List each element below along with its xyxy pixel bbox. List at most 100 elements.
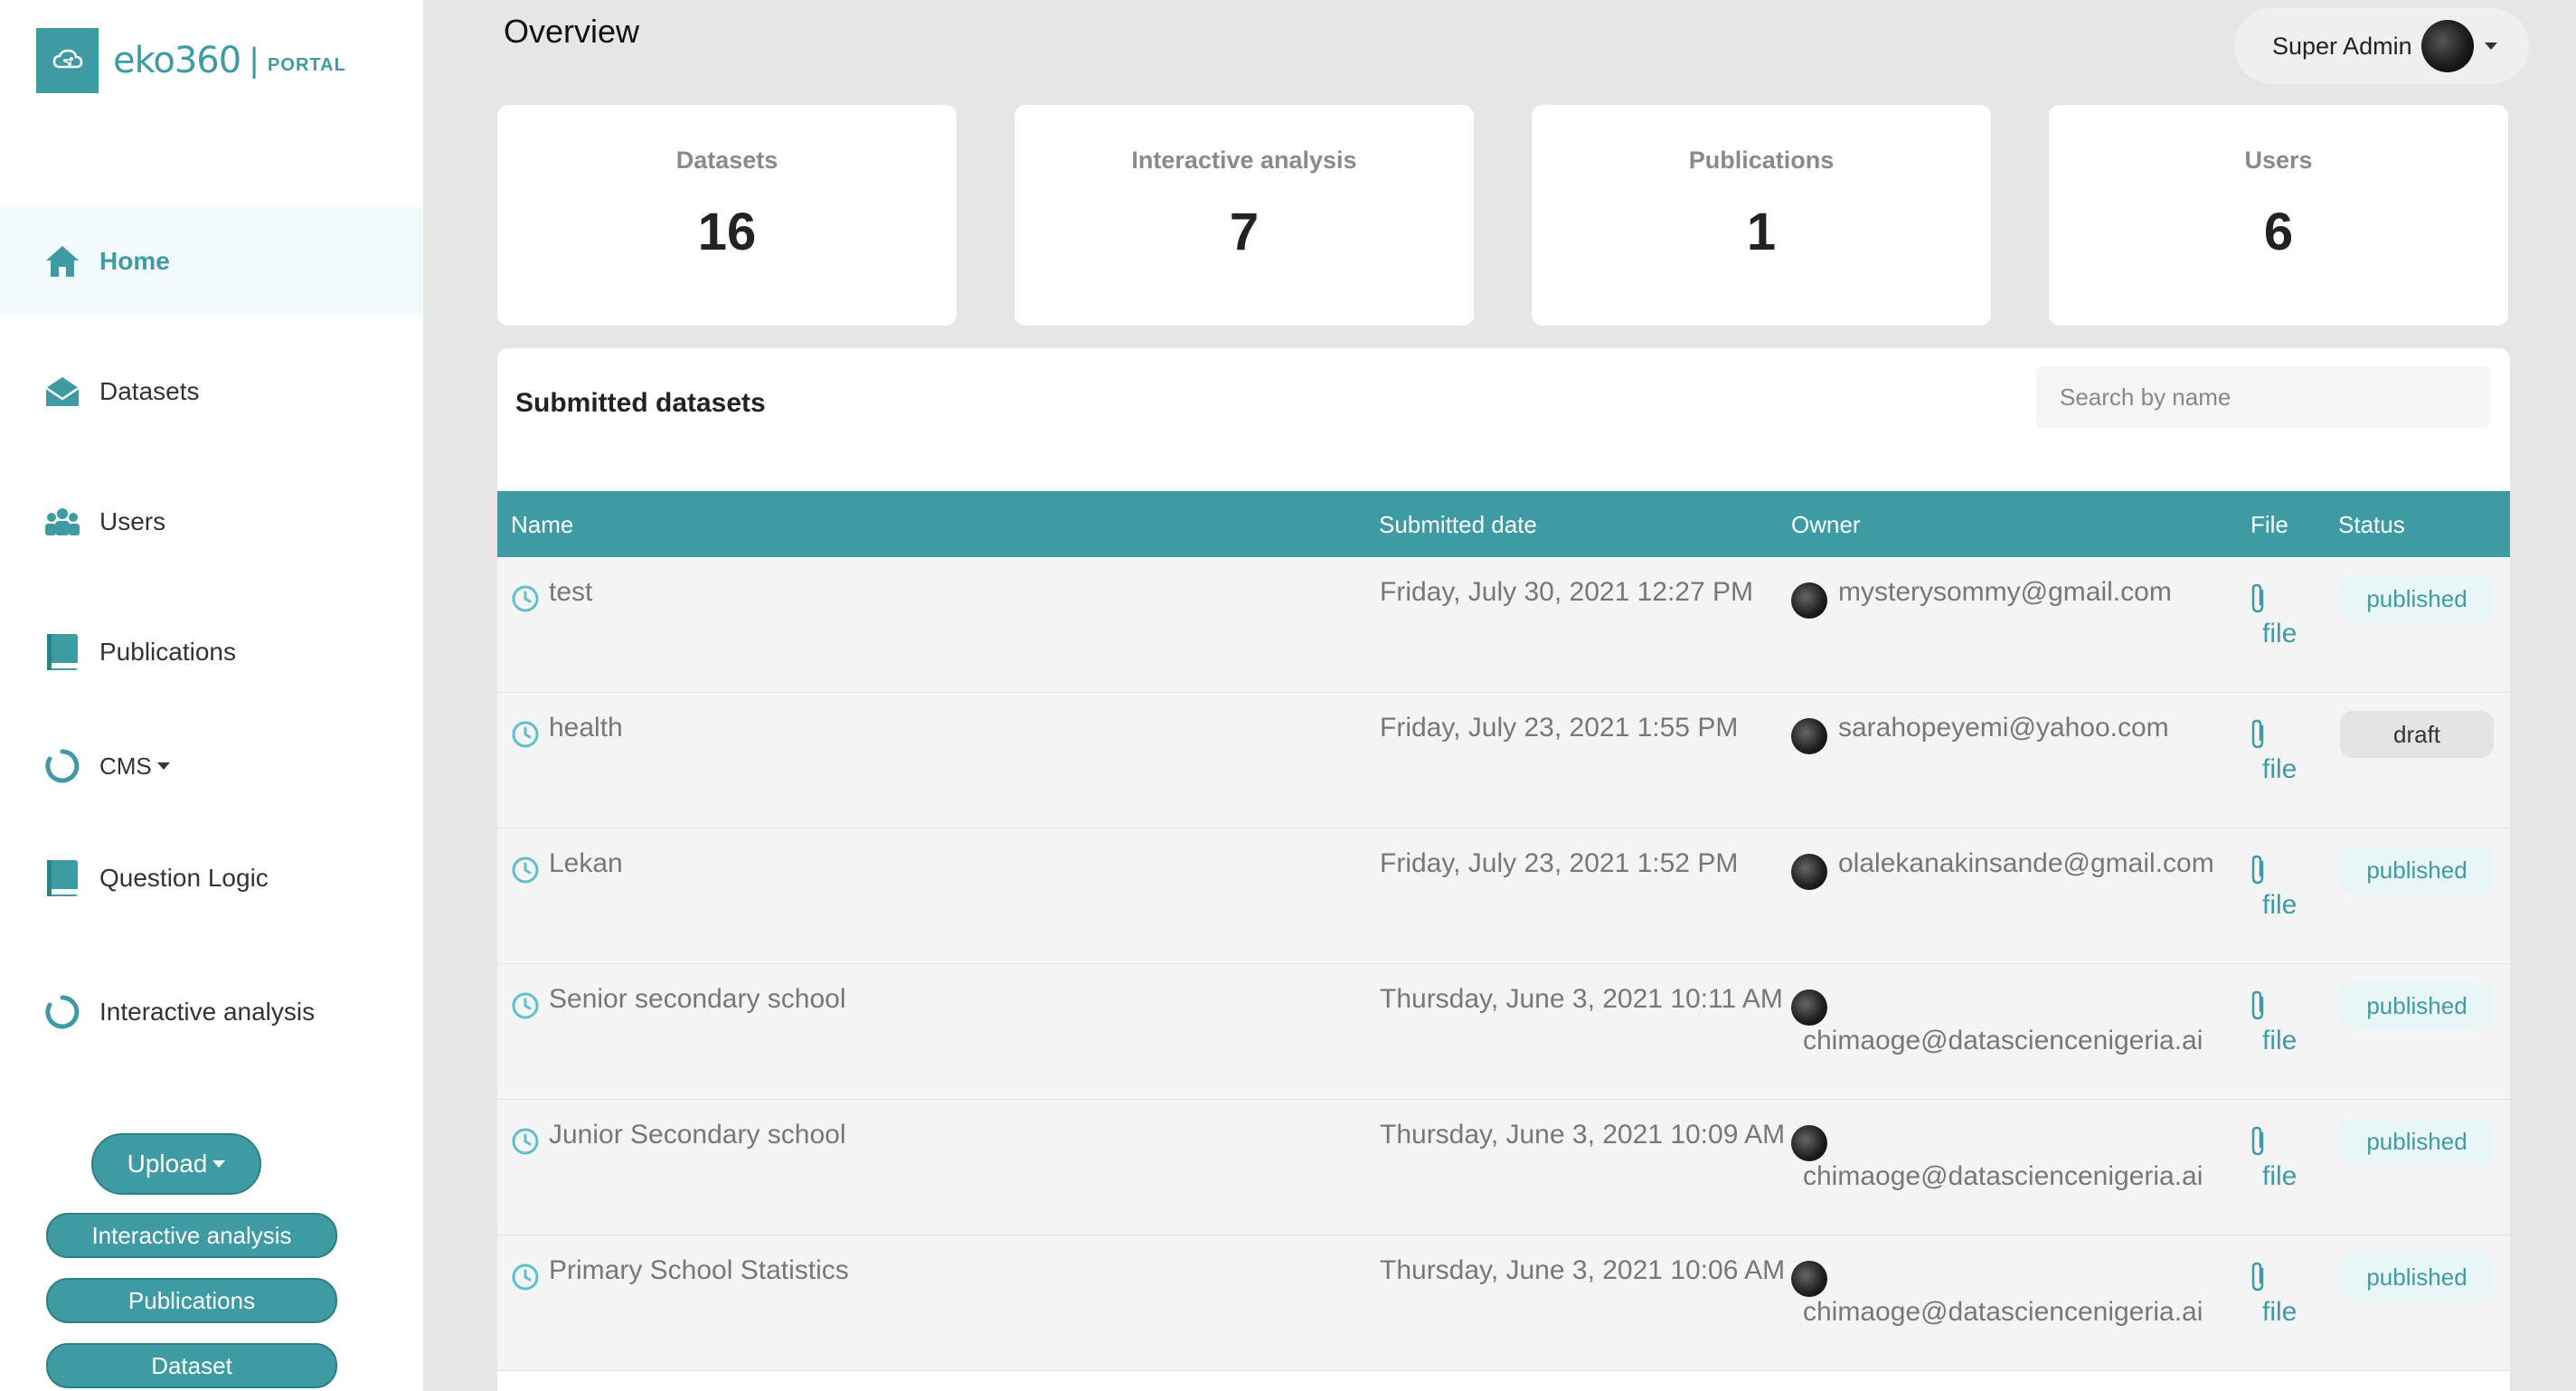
column-header-name[interactable]: Name bbox=[511, 511, 573, 539]
quick-interactive-analysis-button[interactable]: Interactive analysis bbox=[46, 1213, 337, 1258]
table-row[interactable]: Senior secondary school Thursday, June 3… bbox=[497, 964, 2510, 1100]
users-icon bbox=[43, 503, 81, 541]
sidebar: eko360 | PORTAL Home Datasets Users Publ… bbox=[0, 0, 423, 1391]
envelope-open-icon bbox=[43, 373, 81, 411]
circle-notch-icon bbox=[43, 747, 81, 785]
page-title: Overview bbox=[504, 13, 640, 50]
upload-label: Upload bbox=[127, 1150, 208, 1178]
submitted-datasets-panel: Submitted datasets Name Submitted date O… bbox=[497, 348, 2510, 1391]
stat-value: 1 bbox=[1746, 203, 1777, 261]
search-input[interactable] bbox=[2036, 366, 2490, 428]
owner-email: mysterysommy@gmail.com bbox=[1838, 577, 2172, 607]
stat-card-datasets[interactable]: Datasets 16 bbox=[497, 105, 957, 326]
avatar bbox=[1791, 718, 1827, 754]
logo-portal: PORTAL bbox=[268, 54, 346, 75]
file-link[interactable]: file bbox=[2262, 619, 2297, 649]
quick-publications-button[interactable]: Publications bbox=[46, 1278, 337, 1323]
owner-email: chimaoge@datasciencenigeria.ai bbox=[1803, 1297, 2203, 1327]
table-row[interactable]: health Friday, July 23, 2021 1:55 PM sar… bbox=[497, 693, 2510, 828]
chevron-down-icon bbox=[156, 762, 170, 770]
status-badge: published bbox=[2340, 1254, 2494, 1301]
avatar bbox=[1791, 989, 1827, 1026]
logo-text: eko360 bbox=[113, 40, 241, 81]
clock-icon bbox=[512, 585, 539, 612]
submitted-date: Thursday, June 3, 2021 10:09 AM bbox=[1380, 1120, 1786, 1150]
table-row[interactable]: Primary School Statistics Thursday, June… bbox=[497, 1235, 2510, 1371]
owner-email: olalekanakinsande@gmail.com bbox=[1838, 848, 2214, 878]
stat-title: Publications bbox=[1688, 147, 1835, 174]
stat-value: 6 bbox=[2263, 203, 2294, 261]
stat-title: Interactive analysis bbox=[1131, 147, 1357, 174]
status-badge: draft bbox=[2340, 711, 2494, 758]
book-icon bbox=[43, 859, 81, 897]
sidebar-item-question-logic[interactable]: Question Logic bbox=[0, 824, 423, 932]
stat-card-publications[interactable]: Publications 1 bbox=[1532, 105, 1991, 326]
sidebar-item-interactive-analysis[interactable]: Interactive analysis bbox=[0, 958, 423, 1066]
sidebar-item-label: Datasets bbox=[99, 377, 200, 405]
file-link[interactable]: file bbox=[2262, 890, 2297, 921]
table-row[interactable]: Lekan Friday, July 23, 2021 1:52 PM olal… bbox=[497, 828, 2510, 964]
user-menu[interactable]: Super Admin bbox=[2234, 8, 2529, 84]
dataset-name[interactable]: test bbox=[549, 577, 592, 608]
book-icon bbox=[43, 633, 81, 671]
paperclip-icon bbox=[2251, 855, 2264, 885]
paperclip-icon bbox=[2251, 1262, 2264, 1292]
user-name: Super Admin bbox=[2272, 32, 2412, 60]
status-badge: published bbox=[2340, 575, 2494, 622]
avatar bbox=[1791, 1125, 1827, 1161]
column-header-submitted-date[interactable]: Submitted date bbox=[1379, 511, 1537, 539]
avatar bbox=[1791, 854, 1827, 890]
status-badge: published bbox=[2340, 847, 2494, 894]
submitted-date: Thursday, June 3, 2021 10:11 AM bbox=[1380, 984, 1783, 1014]
file-link[interactable]: file bbox=[2262, 754, 2297, 785]
sidebar-item-label: Home bbox=[99, 247, 170, 275]
dataset-name[interactable]: Senior secondary school bbox=[549, 984, 846, 1015]
clock-icon bbox=[512, 1263, 539, 1291]
submitted-date: Thursday, June 3, 2021 10:06 AM bbox=[1380, 1255, 1786, 1285]
stat-title: Datasets bbox=[675, 147, 778, 174]
column-header-file[interactable]: File bbox=[2250, 511, 2288, 539]
clock-icon bbox=[512, 721, 539, 748]
stat-card-users[interactable]: Users 6 bbox=[2049, 105, 2508, 326]
stat-value: 16 bbox=[697, 203, 757, 261]
file-link[interactable]: file bbox=[2262, 1297, 2297, 1328]
stat-card-interactive-analysis[interactable]: Interactive analysis 7 bbox=[1014, 105, 1474, 326]
column-header-status[interactable]: Status bbox=[2338, 511, 2405, 539]
dataset-name[interactable]: Primary School Statistics bbox=[549, 1255, 849, 1286]
sidebar-item-datasets[interactable]: Datasets bbox=[0, 337, 423, 446]
logo-separator: | bbox=[250, 41, 259, 80]
file-link[interactable]: file bbox=[2262, 1026, 2297, 1056]
avatar bbox=[2420, 20, 2474, 72]
sidebar-item-users[interactable]: Users bbox=[0, 468, 423, 576]
logo[interactable]: eko360 | PORTAL bbox=[36, 28, 346, 93]
circle-notch-icon bbox=[43, 993, 81, 1031]
column-header-owner[interactable]: Owner bbox=[1791, 511, 1861, 539]
chevron-down-icon bbox=[2484, 43, 2497, 50]
sidebar-item-label: Publications bbox=[99, 638, 236, 666]
dataset-name[interactable]: Lekan bbox=[549, 848, 623, 879]
clock-icon bbox=[512, 856, 539, 884]
paperclip-icon bbox=[2251, 719, 2264, 749]
sidebar-item-publications[interactable]: Publications bbox=[0, 598, 423, 706]
table-row[interactable]: test Friday, July 30, 2021 12:27 PM myst… bbox=[497, 557, 2510, 693]
file-link[interactable]: file bbox=[2262, 1161, 2297, 1192]
upload-button[interactable]: Upload bbox=[91, 1133, 261, 1195]
quick-dataset-button[interactable]: Dataset bbox=[46, 1343, 337, 1388]
sidebar-item-cms[interactable]: CMS bbox=[0, 712, 423, 820]
table-row[interactable]: Junior Secondary school Thursday, June 3… bbox=[497, 1100, 2510, 1235]
owner-email: sarahopeyemi@yahoo.com bbox=[1838, 713, 2169, 743]
dataset-name[interactable]: health bbox=[549, 713, 623, 743]
sidebar-item-label: Interactive analysis bbox=[99, 998, 316, 1026]
paperclip-icon bbox=[2251, 1126, 2264, 1156]
paperclip-icon bbox=[2251, 583, 2264, 613]
avatar bbox=[1791, 582, 1827, 619]
quick-button-label: Dataset bbox=[151, 1351, 232, 1379]
dataset-name[interactable]: Junior Secondary school bbox=[549, 1120, 846, 1150]
sidebar-item-label: Question Logic bbox=[99, 864, 269, 892]
panel-title: Submitted datasets bbox=[515, 388, 766, 418]
status-badge: published bbox=[2340, 982, 2494, 1029]
submitted-date: Friday, July 30, 2021 12:27 PM bbox=[1380, 577, 1753, 607]
avatar bbox=[1791, 1261, 1827, 1297]
quick-button-label: Publications bbox=[127, 1286, 256, 1314]
sidebar-item-home[interactable]: Home bbox=[0, 207, 423, 316]
